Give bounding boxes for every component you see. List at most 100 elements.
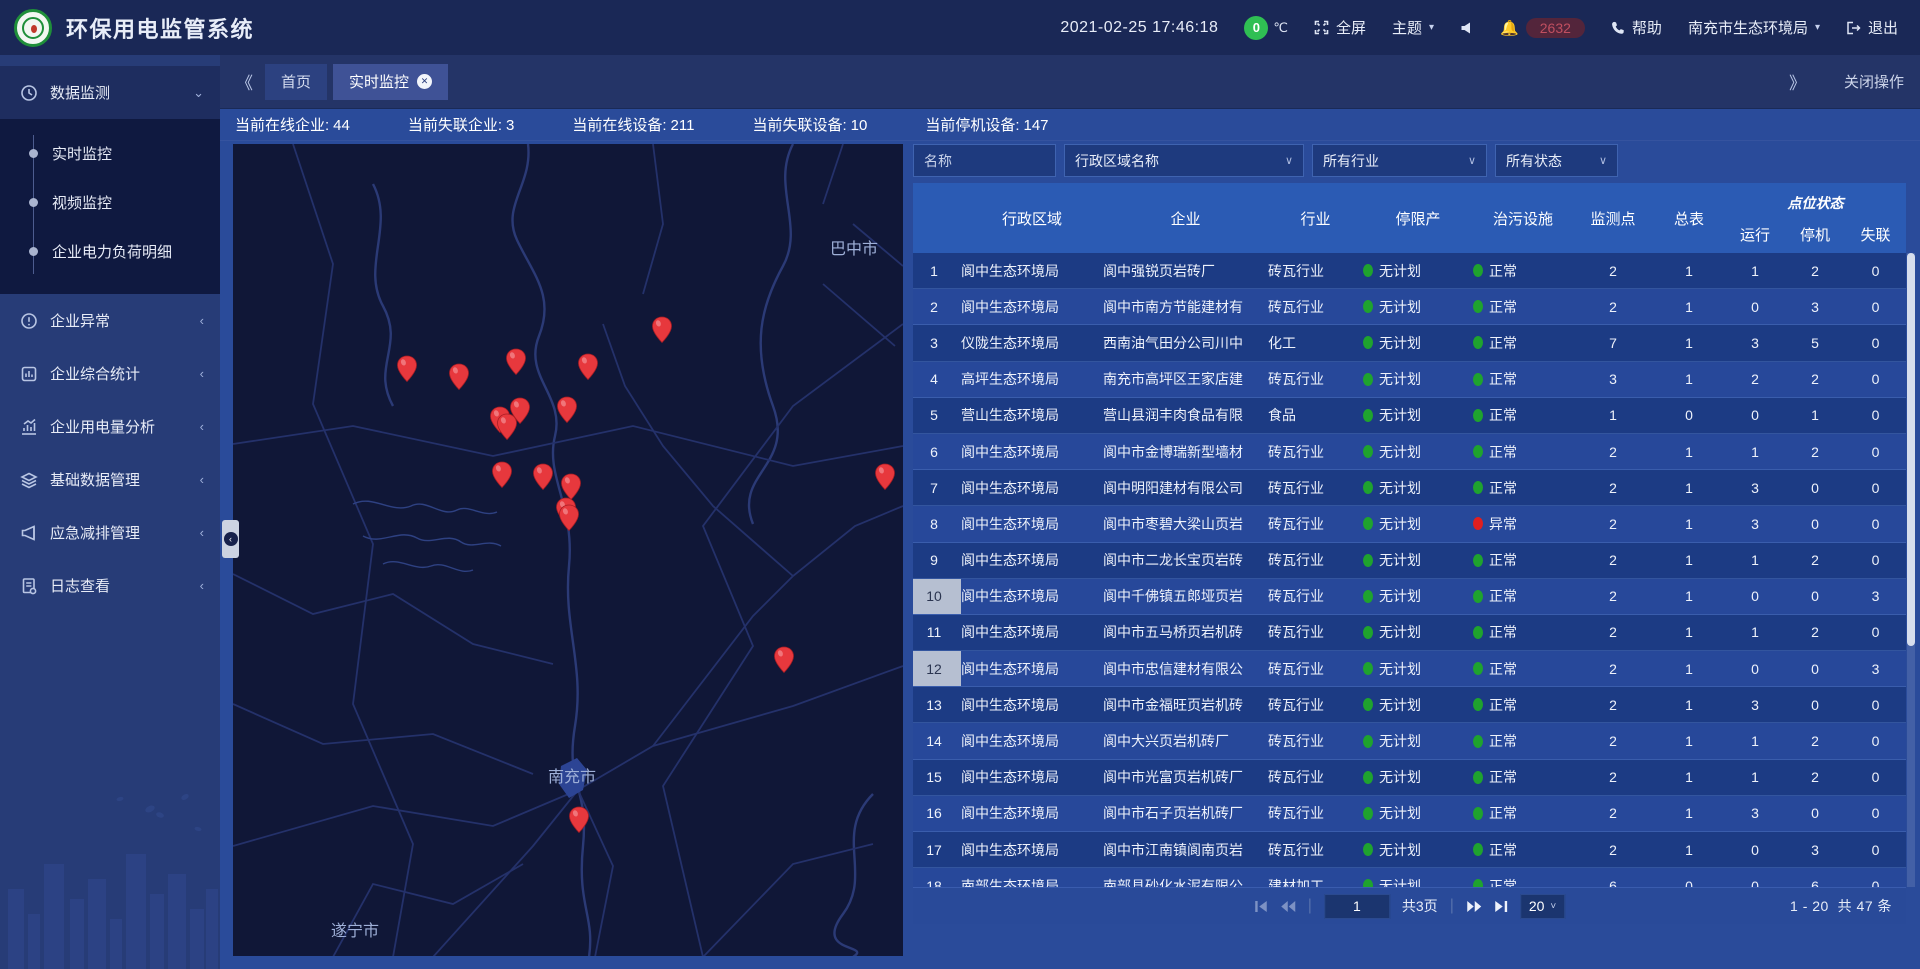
tab-realtime-monitor[interactable]: 实时监控 ✕ — [333, 64, 448, 100]
table-row[interactable]: 5营山生态环境局营山县润丰肉食品有限食品无计划正常10010 — [913, 398, 1906, 434]
table-row[interactable]: 6阆中生态环境局阆中市金博瑞新型墙材砖瓦行业无计划正常21120 — [913, 434, 1906, 470]
map-marker-icon[interactable] — [491, 461, 513, 489]
table-row[interactable]: 12阆中生态环境局阆中市忠信建材有限公砖瓦行业无计划正常21003 — [913, 651, 1906, 687]
map-marker-icon[interactable] — [874, 463, 896, 491]
table-row[interactable]: 9阆中生态环境局阆中市二龙长宝页岩砖砖瓦行业无计划正常21120 — [913, 543, 1906, 579]
table-row[interactable]: 15阆中生态环境局阆中市光富页岩机砖厂砖瓦行业无计划正常21120 — [913, 760, 1906, 796]
org-dropdown[interactable]: 南充市生态环境局 ▾ — [1688, 17, 1820, 38]
map-marker-icon[interactable] — [558, 504, 580, 532]
industry-cell: 砖瓦行业 — [1268, 586, 1363, 606]
prev-page-button[interactable] — [1280, 900, 1296, 913]
status-metric-value: 10 — [851, 117, 868, 134]
map-marker-icon[interactable] — [509, 397, 531, 425]
tabs-scroll-left-icon[interactable]: 《 — [236, 69, 251, 94]
stop-cell: 6 — [1785, 878, 1845, 887]
points-cell: 2 — [1573, 299, 1653, 315]
sidebar-item-2[interactable]: 企业综合统计‹ — [0, 347, 220, 400]
facility-cell: 正常 — [1473, 297, 1573, 317]
map-marker-icon[interactable] — [568, 806, 590, 834]
sidebar-subitem-2[interactable]: 企业电力负荷明细 — [0, 227, 220, 276]
company-cell: 阆中明阳建材有限公司 — [1103, 478, 1268, 498]
sidebar-subitem-1[interactable]: 视频监控 — [0, 178, 220, 227]
sidebar-item-label: 基础数据管理 — [50, 469, 200, 490]
sidebar-item-3[interactable]: 企业用电量分析‹ — [0, 400, 220, 453]
region-filter-select[interactable]: 行政区域名称 ∨ — [1064, 144, 1304, 177]
stop-cell: 0 — [1785, 697, 1845, 713]
company-cell: 南部县砂化水泥有限公 — [1103, 876, 1268, 887]
stop-cell: 2 — [1785, 263, 1845, 279]
meter-cell: 0 — [1653, 878, 1725, 887]
table-row[interactable]: 18南部生态环境局南部县砂化水泥有限公建材加工无计划正常60060 — [913, 868, 1906, 887]
sidebar-item-4[interactable]: 基础数据管理‹ — [0, 453, 220, 506]
table-row[interactable]: 13阆中生态环境局阆中市金福旺页岩机砖砖瓦行业无计划正常21300 — [913, 687, 1906, 723]
fullscreen-button[interactable]: 全屏 — [1314, 17, 1366, 38]
points-cell: 2 — [1573, 624, 1653, 640]
map-marker-icon[interactable] — [448, 363, 470, 391]
map-marker-icon[interactable] — [505, 348, 527, 376]
table-row[interactable]: 16阆中生态环境局阆中市石子页岩机砖厂砖瓦行业无计划正常21300 — [913, 796, 1906, 832]
tab-home[interactable]: 首页 — [265, 64, 327, 100]
sidebar-item-label: 数据监测 — [50, 82, 193, 103]
table-row[interactable]: 2阆中生态环境局阆中市南方节能建材有砖瓦行业无计划正常21030 — [913, 289, 1906, 325]
sidebar-item-6[interactable]: 日志查看‹ — [0, 559, 220, 612]
sidebar-item-1[interactable]: 企业异常‹ — [0, 294, 220, 347]
table-row[interactable]: 7阆中生态环境局阆中明阳建材有限公司砖瓦行业无计划正常21300 — [913, 470, 1906, 506]
status-dot-icon — [1363, 843, 1373, 856]
col-row-number — [913, 183, 961, 253]
map-marker-icon[interactable] — [556, 396, 578, 424]
table-row[interactable]: 10阆中生态环境局阆中千佛镇五郎垭页岩砖瓦行业无计划正常21003 — [913, 579, 1906, 615]
table-row[interactable]: 1阆中生态环境局阆中强锐页岩砖厂砖瓦行业无计划正常21120 — [913, 253, 1906, 289]
status-dot-icon — [1473, 662, 1483, 675]
map-marker-icon[interactable] — [651, 316, 673, 344]
logout-button[interactable]: 退出 — [1846, 17, 1898, 38]
status-dot-icon — [1473, 771, 1483, 784]
limit-text: 无计划 — [1379, 840, 1421, 860]
map-marker-icon[interactable] — [773, 646, 795, 674]
industry-filter-select[interactable]: 所有行业 ∨ — [1312, 144, 1487, 177]
map-panel[interactable]: 巴中市南充市遂宁市 — [233, 144, 903, 956]
status-metric-label: 当前在线设备: — [572, 117, 666, 134]
theme-dropdown[interactable]: 主题 ▾ — [1392, 17, 1434, 38]
table-row[interactable]: 17阆中生态环境局阆中市江南镇阆南页岩砖瓦行业无计划正常21030 — [913, 832, 1906, 868]
map-marker-icon[interactable] — [532, 463, 554, 491]
status-dot-icon — [1363, 662, 1373, 675]
first-page-button[interactable] — [1254, 900, 1268, 913]
app-logo-icon — [14, 9, 52, 47]
notifications-button[interactable]: 🔔 2632 — [1500, 18, 1585, 38]
map-marker-icon[interactable] — [577, 353, 599, 381]
table-row[interactable]: 14阆中生态环境局阆中大兴页岩机砖厂砖瓦行业无计划正常21120 — [913, 723, 1906, 759]
table-scrollbar[interactable] — [1907, 253, 1915, 887]
table-row[interactable]: 11阆中生态环境局阆中市五马桥页岩机砖砖瓦行业无计划正常21120 — [913, 615, 1906, 651]
mute-button[interactable] — [1460, 21, 1474, 35]
region-cell: 阆中生态环境局 — [961, 803, 1103, 823]
tabs-scroll-right-icon[interactable]: 》 — [1789, 69, 1804, 94]
page-size-select[interactable]: 20 ˅ — [1520, 894, 1565, 919]
name-filter-input[interactable] — [913, 144, 1056, 177]
last-page-button[interactable] — [1494, 900, 1508, 913]
table-row[interactable]: 3仪陇生态环境局西南油气田分公司川中化工无计划正常71350 — [913, 325, 1906, 361]
sidebar-item-5[interactable]: 应急减排管理‹ — [0, 506, 220, 559]
table-row[interactable]: 8阆中生态环境局阆中市枣碧大梁山页岩砖瓦行业无计划异常21300 — [913, 506, 1906, 542]
next-page-button[interactable] — [1466, 900, 1482, 913]
map-collapse-handle[interactable]: ‹ — [222, 520, 239, 558]
page-number-input[interactable] — [1324, 894, 1390, 919]
close-tab-icon[interactable]: ✕ — [417, 74, 432, 89]
industry-cell: 砖瓦行业 — [1268, 514, 1363, 534]
facility-text: 正常 — [1489, 550, 1517, 570]
status-dot-icon — [1363, 698, 1373, 711]
status-dot-icon — [1473, 554, 1483, 567]
status-filter-select[interactable]: 所有状态 ∨ — [1495, 144, 1618, 177]
facility-text: 正常 — [1489, 622, 1517, 642]
limit-cell: 无计划 — [1363, 478, 1473, 498]
sidebar-subitem-label: 实时监控 — [52, 143, 112, 164]
meter-cell: 1 — [1653, 335, 1725, 351]
limit-text: 无计划 — [1379, 514, 1421, 534]
sidebar-item-0[interactable]: 数据监测⌄ — [0, 66, 220, 119]
sidebar-subitem-0[interactable]: 实时监控 — [0, 129, 220, 178]
table-row[interactable]: 4高坪生态环境局南充市高坪区王家店建砖瓦行业无计划正常31220 — [913, 362, 1906, 398]
map-marker-icon[interactable] — [396, 355, 418, 383]
close-operations-button[interactable]: 关闭操作 — [1844, 71, 1904, 92]
row-number-cell: 16 — [913, 796, 961, 831]
scrollbar-thumb[interactable] — [1907, 253, 1915, 646]
help-button[interactable]: 帮助 — [1611, 17, 1662, 38]
